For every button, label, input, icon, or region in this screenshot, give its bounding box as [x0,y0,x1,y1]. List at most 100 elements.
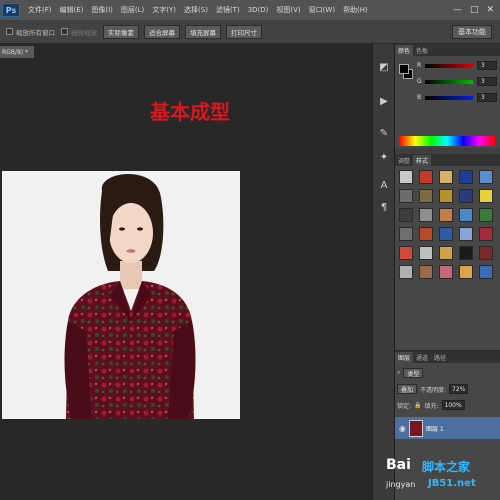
jingyan-watermark: jingyan [386,480,416,489]
eye-icon[interactable]: ◉ [399,424,406,433]
scrubby-zoom-checkbox[interactable] [61,28,68,35]
style-swatch[interactable] [439,246,453,260]
menu-select[interactable]: 选择(S) [180,5,212,15]
style-swatch[interactable] [399,246,413,260]
menu-window[interactable]: 窗口(W) [305,5,339,15]
menu-type[interactable]: 文字(Y) [148,5,180,15]
style-swatch[interactable] [439,227,453,241]
style-swatch[interactable] [479,227,493,241]
history-icon[interactable]: ◩ [377,60,391,74]
style-swatch[interactable] [439,208,453,222]
blue-value[interactable]: 3 [477,93,497,102]
red-value[interactable]: 3 [477,61,497,70]
menu-edit[interactable]: 编辑(E) [56,5,88,15]
style-swatch[interactable] [419,208,433,222]
tab-styles[interactable]: 样式 [413,155,432,166]
green-label: G [417,78,422,85]
style-swatch[interactable] [459,265,473,279]
print-size-button[interactable]: 打印尺寸 [226,24,262,39]
green-value[interactable]: 3 [477,77,497,86]
style-swatch[interactable] [459,246,473,260]
menu-image[interactable]: 图像(I) [87,5,117,15]
menu-view[interactable]: 视图(V) [272,5,304,15]
canvas-heading: 基本成型 [150,100,230,124]
style-swatch[interactable] [419,170,433,184]
blue-slider[interactable] [425,96,473,100]
opacity-value[interactable]: 72% [449,384,469,394]
fit-screen-button[interactable]: 适合屏幕 [144,24,180,39]
layer-row[interactable]: ◉ 图层 1 [395,417,500,439]
lock-icon[interactable]: 🔒 [414,402,421,409]
actual-pixels-button[interactable]: 实际像素 [103,24,139,39]
fill-value[interactable]: 100% [441,400,465,410]
tab-color[interactable]: 颜色 [395,45,414,56]
actions-icon[interactable]: ▶ [377,94,391,108]
document-tab[interactable]: RGB/8) * [0,46,34,58]
style-swatch[interactable] [439,170,453,184]
layer-kind-select[interactable]: 类型 [403,368,424,378]
style-swatch[interactable] [459,189,473,203]
options-bar: 缩放所有窗口 细微缩放 实际像素 适合屏幕 填充屏幕 打印尺寸 基本功能 [0,20,500,44]
portrait-illustration [64,173,196,419]
fill-screen-button[interactable]: 填充屏幕 [185,24,221,39]
style-swatch[interactable] [439,189,453,203]
menu-file[interactable]: 文件(F) [24,5,56,15]
character-icon[interactable]: A [377,178,391,192]
style-swatch[interactable] [399,265,413,279]
foreground-color-swatch[interactable] [399,64,409,74]
style-swatch[interactable] [459,208,473,222]
minimize-icon[interactable]: — [453,5,462,15]
red-slider[interactable] [425,64,473,68]
brush-icon[interactable]: ✎ [377,126,391,140]
menu-help[interactable]: 帮助(H) [339,5,372,15]
red-label: R [417,62,422,69]
tab-adjustments[interactable]: 调整 [395,155,413,166]
menu-filter[interactable]: 滤镜(T) [212,5,244,15]
resize-windows-label: 缩放所有窗口 [16,28,55,37]
style-swatch[interactable] [459,170,473,184]
green-slider[interactable] [425,80,473,84]
style-swatch[interactable] [459,227,473,241]
style-swatch[interactable] [419,189,433,203]
tab-layers[interactable]: 图层 [395,352,414,363]
style-swatch[interactable] [479,208,493,222]
style-swatch[interactable] [399,227,413,241]
watermark: Bai jingyan 脚本之家 JB51.net [386,452,500,500]
paragraph-icon[interactable]: ¶ [377,200,391,214]
styles-grid [397,170,499,281]
style-swatch[interactable] [399,208,413,222]
style-swatch[interactable] [479,189,493,203]
blend-row: 叠加 不透明度: 72% [397,383,469,395]
resize-windows-checkbox[interactable] [6,28,13,35]
photoshop-logo: Ps [2,3,20,17]
style-swatch[interactable] [419,227,433,241]
style-swatch[interactable] [439,265,453,279]
maximize-icon[interactable]: □ [470,5,479,15]
lock-label: 锁定: [397,402,412,410]
layer-thumbnail [408,419,423,437]
tab-channels[interactable]: 通道 [413,352,431,363]
site-watermark: 脚本之家 [422,460,471,474]
style-swatch[interactable] [419,246,433,260]
style-swatch[interactable] [479,265,493,279]
style-swatch[interactable] [419,265,433,279]
fill-label: 填充: [424,402,439,410]
search-icon: ⌕ [397,369,401,376]
menu-layer[interactable]: 图层(L) [117,5,148,15]
portrait-photo [2,171,240,419]
workspace-button[interactable]: 基本功能 [452,25,492,39]
menu-3d[interactable]: 3D(D) [244,6,273,14]
close-icon[interactable]: ✕ [486,5,494,15]
tab-paths[interactable]: 路径 [431,352,449,363]
blue-label: B [417,94,422,101]
blend-mode-select[interactable]: 叠加 [397,384,418,394]
style-swatch[interactable] [399,170,413,184]
tool-presets-icon[interactable]: ✦ [377,150,391,164]
right-panels: 颜色 色板 R 3 G 3 B 3 调整 样式 图层 通道 路径 ⌕ 类型 叠加… [394,44,500,500]
color-spectrum[interactable] [399,136,495,146]
style-swatch[interactable] [479,246,493,260]
tab-swatches[interactable]: 色板 [413,45,431,56]
style-swatch[interactable] [399,189,413,203]
style-swatch[interactable] [479,170,493,184]
site-url-watermark: JB51.net [428,478,476,489]
